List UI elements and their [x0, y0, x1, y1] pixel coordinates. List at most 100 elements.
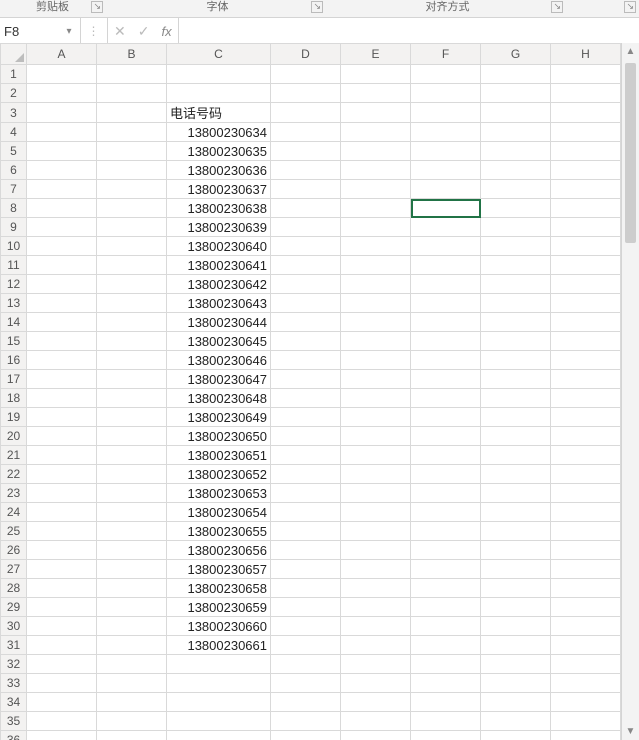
- cell-E28[interactable]: [341, 579, 411, 598]
- cell-D30[interactable]: [271, 617, 341, 636]
- cell-F1[interactable]: [411, 65, 481, 84]
- row-header-20[interactable]: 20: [1, 427, 27, 446]
- cell-F17[interactable]: [411, 370, 481, 389]
- cell-A22[interactable]: [27, 465, 97, 484]
- cell-B20[interactable]: [97, 427, 167, 446]
- cell-F25[interactable]: [411, 522, 481, 541]
- cell-B19[interactable]: [97, 408, 167, 427]
- cell-G1[interactable]: [481, 65, 551, 84]
- cell-C14[interactable]: 13800230644: [167, 313, 271, 332]
- cell-A2[interactable]: [27, 84, 97, 103]
- cell-G31[interactable]: [481, 636, 551, 655]
- cell-C19[interactable]: 13800230649: [167, 408, 271, 427]
- cell-H18[interactable]: [551, 389, 621, 408]
- cell-A3[interactable]: [27, 103, 97, 123]
- cell-H20[interactable]: [551, 427, 621, 446]
- cell-E33[interactable]: [341, 674, 411, 693]
- cell-C25[interactable]: 13800230655: [167, 522, 271, 541]
- cell-H19[interactable]: [551, 408, 621, 427]
- cell-A32[interactable]: [27, 655, 97, 674]
- cell-C27[interactable]: 13800230657: [167, 560, 271, 579]
- row-header-6[interactable]: 6: [1, 161, 27, 180]
- cell-C18[interactable]: 13800230648: [167, 389, 271, 408]
- cell-F20[interactable]: [411, 427, 481, 446]
- cell-H30[interactable]: [551, 617, 621, 636]
- cell-F29[interactable]: [411, 598, 481, 617]
- cell-H8[interactable]: [551, 199, 621, 218]
- cell-G35[interactable]: [481, 712, 551, 731]
- row-header-15[interactable]: 15: [1, 332, 27, 351]
- cell-D19[interactable]: [271, 408, 341, 427]
- row-header-11[interactable]: 11: [1, 256, 27, 275]
- cell-A35[interactable]: [27, 712, 97, 731]
- cell-H14[interactable]: [551, 313, 621, 332]
- cell-E30[interactable]: [341, 617, 411, 636]
- cell-D31[interactable]: [271, 636, 341, 655]
- cell-H28[interactable]: [551, 579, 621, 598]
- cell-E25[interactable]: [341, 522, 411, 541]
- cell-F12[interactable]: [411, 275, 481, 294]
- vertical-scrollbar[interactable]: ▲ ▼: [621, 43, 639, 740]
- cell-C26[interactable]: 13800230656: [167, 541, 271, 560]
- cell-A28[interactable]: [27, 579, 97, 598]
- select-all-corner[interactable]: [1, 44, 27, 65]
- row-header-17[interactable]: 17: [1, 370, 27, 389]
- cell-H12[interactable]: [551, 275, 621, 294]
- cell-E12[interactable]: [341, 275, 411, 294]
- formula-bar-input[interactable]: [179, 18, 639, 44]
- row-header-10[interactable]: 10: [1, 237, 27, 256]
- cell-C6[interactable]: 13800230636: [167, 161, 271, 180]
- cell-A10[interactable]: [27, 237, 97, 256]
- insert-function-icon[interactable]: fx: [161, 24, 171, 39]
- cell-D5[interactable]: [271, 142, 341, 161]
- cell-G34[interactable]: [481, 693, 551, 712]
- cell-G36[interactable]: [481, 731, 551, 740]
- cell-F35[interactable]: [411, 712, 481, 731]
- cell-C33[interactable]: [167, 674, 271, 693]
- cell-D3[interactable]: [271, 103, 341, 123]
- cell-H33[interactable]: [551, 674, 621, 693]
- cell-A26[interactable]: [27, 541, 97, 560]
- cell-D22[interactable]: [271, 465, 341, 484]
- cell-G18[interactable]: [481, 389, 551, 408]
- cell-E9[interactable]: [341, 218, 411, 237]
- cell-H27[interactable]: [551, 560, 621, 579]
- row-header-34[interactable]: 34: [1, 693, 27, 712]
- column-header-H[interactable]: H: [551, 44, 621, 65]
- cell-A12[interactable]: [27, 275, 97, 294]
- cell-G26[interactable]: [481, 541, 551, 560]
- scroll-up-icon[interactable]: ▲: [622, 43, 639, 60]
- cell-H7[interactable]: [551, 180, 621, 199]
- cell-H34[interactable]: [551, 693, 621, 712]
- cell-B6[interactable]: [97, 161, 167, 180]
- cell-D8[interactable]: [271, 199, 341, 218]
- column-header-F[interactable]: F: [411, 44, 481, 65]
- cell-A25[interactable]: [27, 522, 97, 541]
- cell-H31[interactable]: [551, 636, 621, 655]
- cell-D18[interactable]: [271, 389, 341, 408]
- cell-D13[interactable]: [271, 294, 341, 313]
- cell-H2[interactable]: [551, 84, 621, 103]
- cell-F28[interactable]: [411, 579, 481, 598]
- cell-G28[interactable]: [481, 579, 551, 598]
- cell-B32[interactable]: [97, 655, 167, 674]
- cell-G12[interactable]: [481, 275, 551, 294]
- cell-G32[interactable]: [481, 655, 551, 674]
- cell-G33[interactable]: [481, 674, 551, 693]
- column-header-G[interactable]: G: [481, 44, 551, 65]
- cell-F26[interactable]: [411, 541, 481, 560]
- cell-G17[interactable]: [481, 370, 551, 389]
- cell-C11[interactable]: 13800230641: [167, 256, 271, 275]
- cell-A30[interactable]: [27, 617, 97, 636]
- ribbon-launcher-font[interactable]: ↘: [311, 1, 323, 13]
- cell-D25[interactable]: [271, 522, 341, 541]
- row-header-28[interactable]: 28: [1, 579, 27, 598]
- column-header-C[interactable]: C: [167, 44, 271, 65]
- scroll-down-icon[interactable]: ▼: [622, 723, 639, 740]
- cell-A15[interactable]: [27, 332, 97, 351]
- row-header-31[interactable]: 31: [1, 636, 27, 655]
- cell-E17[interactable]: [341, 370, 411, 389]
- cell-A6[interactable]: [27, 161, 97, 180]
- cell-H5[interactable]: [551, 142, 621, 161]
- cell-H35[interactable]: [551, 712, 621, 731]
